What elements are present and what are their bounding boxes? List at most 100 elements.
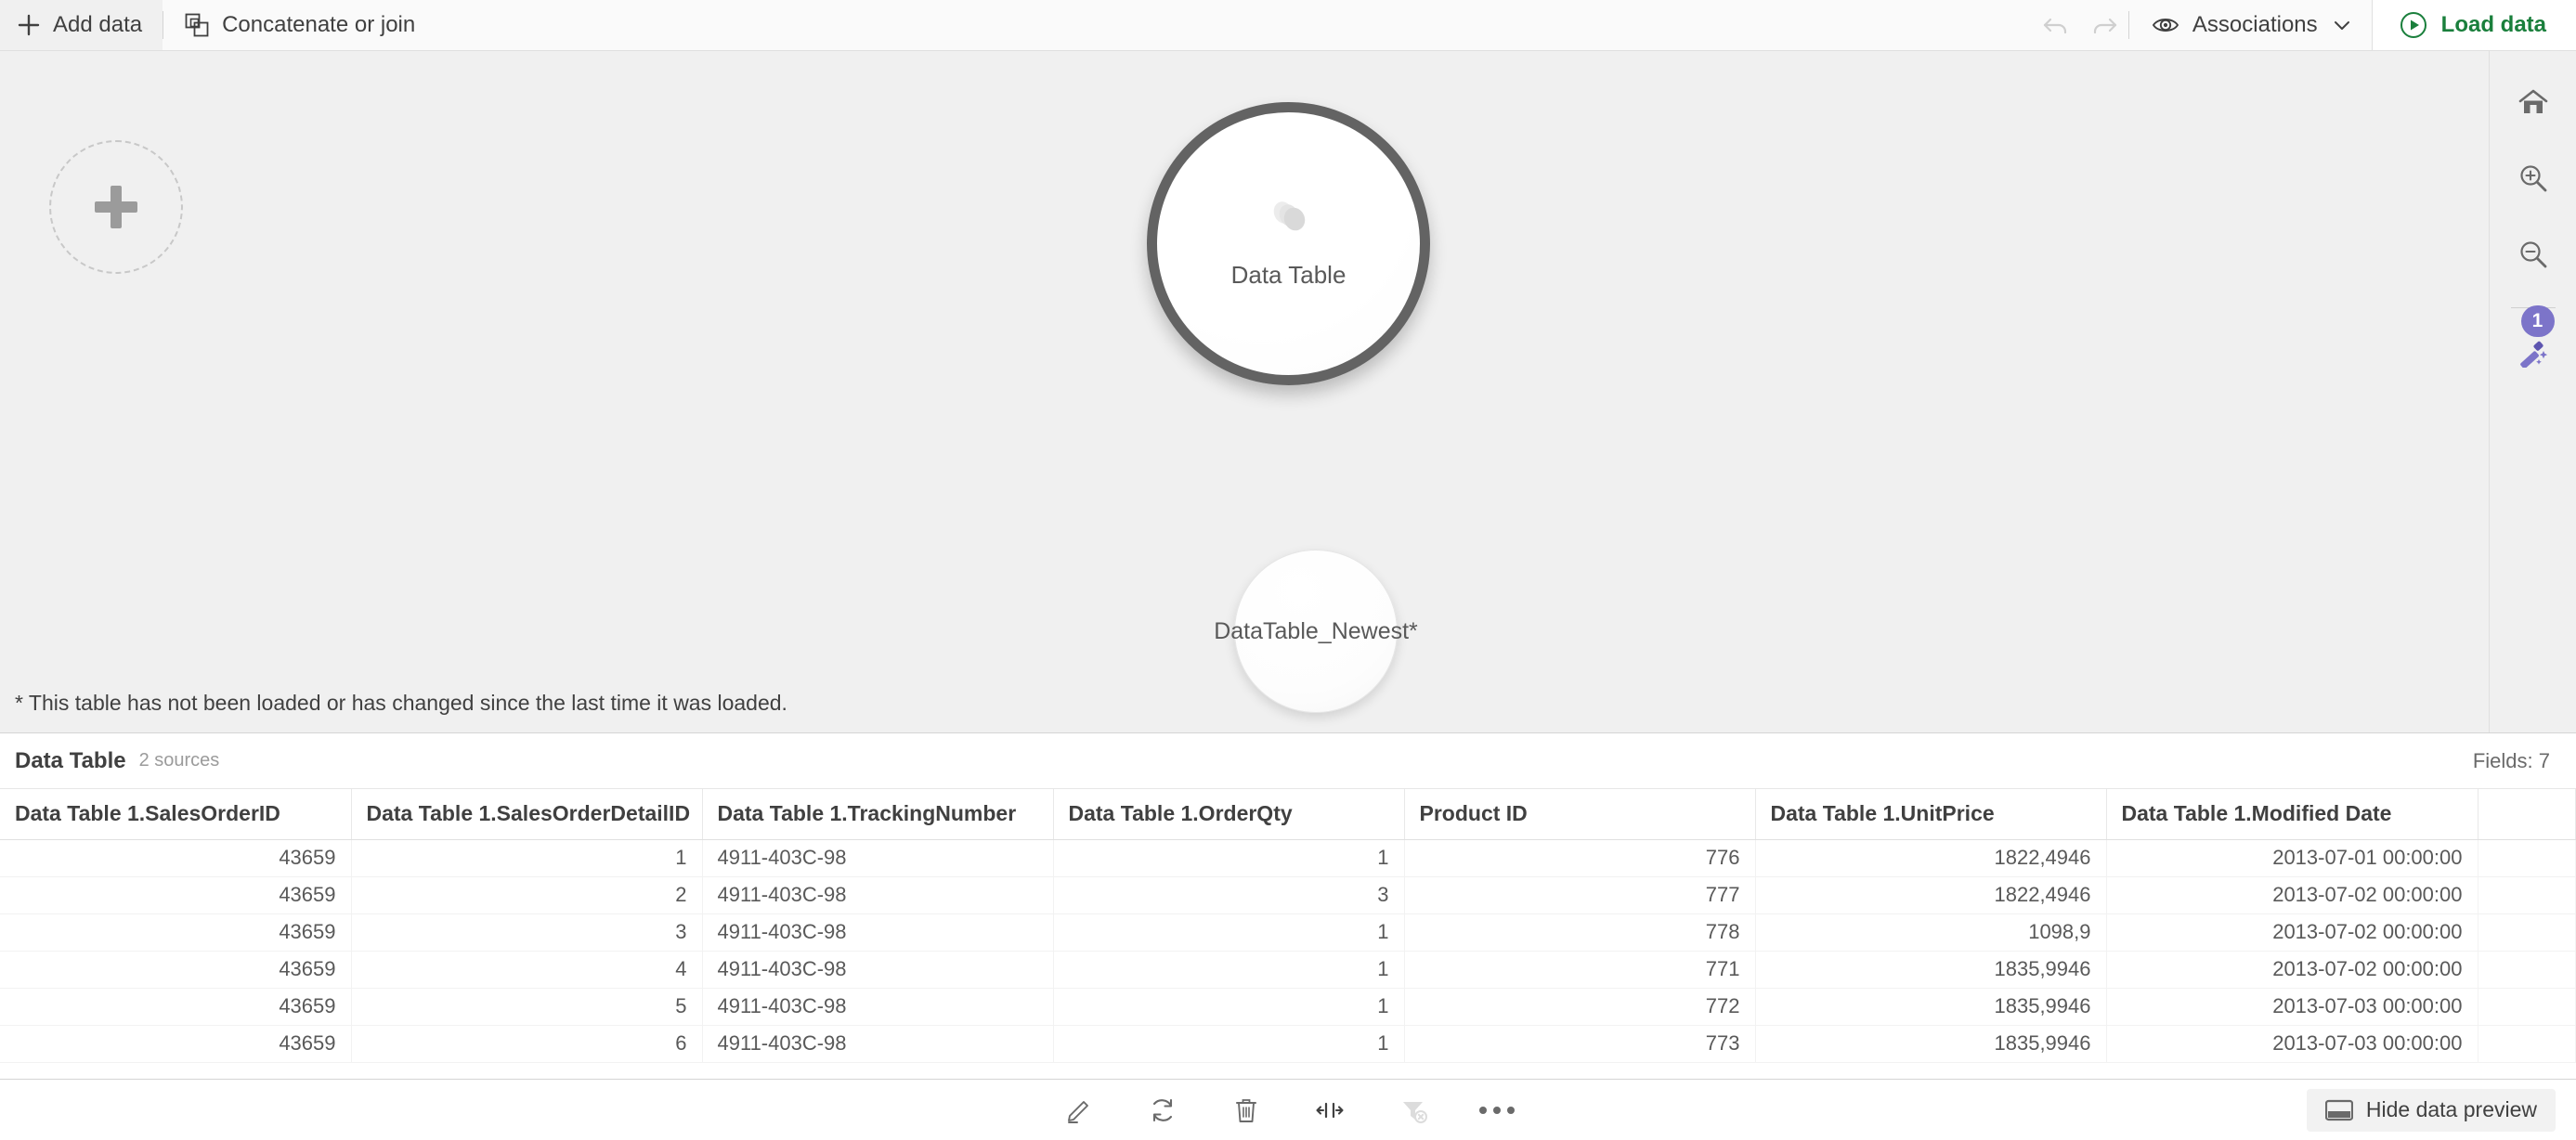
cell-modifieddate: 2013-07-01 00:00:00 [2106,839,2478,877]
cell-orderqty: 1 [1053,913,1405,952]
column-header-modifieddate[interactable]: Data Table 1.Modified Date [2106,789,2478,840]
preview-table-title: Data Table [15,747,126,773]
table-row[interactable]: 43659 2 4911-403C-98 3 777 1822,4946 2013-07-0… [0,876,2576,914]
cell-trackingnumber: 4911-403C-98 [702,988,1054,1026]
undo-icon [2043,18,2067,34]
edit-table-button[interactable] [1054,1085,1104,1135]
table-row[interactable]: 43659 4 4911-403C-98 1 771 1835,9946 2013-07-0… [0,951,2576,989]
load-data-label: Load data [2440,12,2546,37]
cell-orderqty: 3 [1053,876,1405,914]
cell-modifieddate: 2013-07-03 00:00:00 [2106,1025,2478,1063]
table-bubble-label: Data Table [1230,261,1347,289]
bottom-toolbar: Hide data preview [0,1079,2576,1140]
column-header-productid[interactable]: Product ID [1404,789,1756,840]
column-header-salesorderid[interactable]: Data Table 1.SalesOrderID [0,789,352,840]
table-row[interactable]: 43659 6 4911-403C-98 1 773 1835,9946 2013-07-0… [0,1025,2576,1063]
tables-canvas[interactable]: Data Table DataTable_Newest* * This tabl… [0,51,2489,732]
cell-salesorderid: 43659 [0,1025,352,1063]
clear-filter-button[interactable] [1388,1085,1438,1135]
split-columns-icon [1316,1102,1344,1118]
cell-salesorderid: 43659 [0,839,352,877]
column-header-spacer [2478,789,2576,840]
home-icon [2518,89,2547,113]
zoom-in-button[interactable] [2503,148,2564,209]
cell-trackingnumber: 4911-403C-98 [702,839,1054,877]
refresh-table-button[interactable] [1138,1085,1188,1135]
cell-salesorderdetailid: 2 [351,876,703,914]
table-bubble-label: DataTable_Newest* [1214,617,1418,644]
column-header-unitprice[interactable]: Data Table 1.UnitPrice [1755,789,2107,840]
play-circle-icon [2400,12,2426,38]
table-bubble-datatable-newest[interactable]: DataTable_Newest* [1214,550,1418,713]
table-row[interactable]: 43659 1 4911-403C-98 1 776 1822,4946 2013-07-0… [0,839,2576,877]
trash-icon [1236,1098,1256,1122]
cell-spacer [2478,988,2576,1026]
concatenate-or-join-button[interactable]: Concatenate or join [163,0,436,50]
cell-salesorderid: 43659 [0,988,352,1026]
cell-spacer [2478,876,2576,914]
cell-trackingnumber: 4911-403C-98 [702,951,1054,989]
cell-modifieddate: 2013-07-02 00:00:00 [2106,913,2478,952]
associations-label: Associations [2192,12,2318,37]
concatenate-or-join-label: Concatenate or join [222,12,416,37]
preview-table-head: Data Table 1.SalesOrderID Data Table 1.S… [0,789,2576,840]
concatenate-icon [185,13,209,37]
cell-trackingnumber: 4911-403C-98 [702,1025,1054,1063]
cell-orderqty: 1 [1053,988,1405,1026]
column-header-trackingnumber[interactable]: Data Table 1.TrackingNumber [702,789,1054,840]
cell-spacer [2478,1025,2576,1063]
cell-salesorderdetailid: 4 [351,951,703,989]
data-manager-app: Add data Concatenate or join Association… [0,0,2576,1140]
add-table-placeholder[interactable] [49,140,183,274]
zoom-in-icon [2519,165,2546,192]
toolbar-left-group: Add data Concatenate or join [0,0,436,50]
clear-filter-icon [1403,1101,1427,1123]
cell-unitprice: 1822,4946 [1755,876,2107,914]
edit-pencil-icon [1068,1100,1088,1123]
table-row[interactable]: 43659 5 4911-403C-98 1 772 1835,9946 2013-07-0… [0,988,2576,1026]
eye-icon [2152,19,2179,32]
toolbar-right-group: Associations Load data [2032,0,2576,50]
cell-salesorderid: 43659 [0,913,352,952]
column-header-orderqty[interactable]: Data Table 1.OrderQty [1053,789,1405,840]
preview-grid-wrapper[interactable]: Data Table 1.SalesOrderID Data Table 1.S… [0,789,2576,1079]
delete-table-button[interactable] [1221,1085,1271,1135]
column-header-salesorderdetailid[interactable]: Data Table 1.SalesOrderDetailID [351,789,703,840]
home-button[interactable] [2503,71,2564,133]
cell-productid: 777 [1404,876,1756,914]
preview-table: Data Table 1.SalesOrderID Data Table 1.S… [0,789,2576,1063]
redo-icon [2093,18,2117,34]
undo-button[interactable] [2032,1,2080,49]
cell-salesorderdetailid: 5 [351,988,703,1026]
panel-icon [2324,1099,2353,1121]
hide-data-preview-button[interactable]: Hide data preview [2306,1088,2556,1132]
associations-count-badge: 1 [2520,305,2555,337]
load-data-button[interactable]: Load data [2371,0,2576,50]
chevron-down-icon [2334,21,2349,30]
add-data-button[interactable]: Add data [0,0,163,50]
magic-wand-icon [2519,341,2547,368]
cell-salesorderdetailid: 3 [351,913,703,952]
zoom-out-button[interactable] [2503,224,2564,285]
preview-table-body: 43659 1 4911-403C-98 1 776 1822,4946 2013-07-0… [0,839,2576,1063]
recommended-associations-button[interactable]: 1 [2503,305,2564,382]
cell-unitprice: 1835,9946 [1755,988,2107,1026]
cell-salesorderdetailid: 1 [351,839,703,877]
cell-productid: 773 [1404,1025,1756,1063]
cell-spacer [2478,839,2576,877]
cell-trackingnumber: 4911-403C-98 [702,913,1054,952]
table-bubble-data-table[interactable]: Data Table [1147,102,1430,385]
more-ellipsis-icon [1479,1106,1515,1114]
cell-unitprice: 1835,9946 [1755,951,2107,989]
cell-unitprice: 1822,4946 [1755,839,2107,877]
cell-spacer [2478,951,2576,989]
split-columns-button[interactable] [1305,1085,1355,1135]
redo-button[interactable] [2080,1,2128,49]
more-options-button[interactable] [1472,1085,1522,1135]
cell-modifieddate: 2013-07-02 00:00:00 [2106,951,2478,989]
table-row[interactable]: 43659 3 4911-403C-98 1 778 1098,9 2013-07-02 0… [0,913,2576,952]
data-preview-panel: Data Table 2 sources Fields: 7 Data Tabl… [0,732,2576,1079]
cell-salesorderdetailid: 6 [351,1025,703,1063]
associations-button[interactable]: Associations [2129,0,2372,50]
stacked-disks-icon [1273,201,1305,231]
